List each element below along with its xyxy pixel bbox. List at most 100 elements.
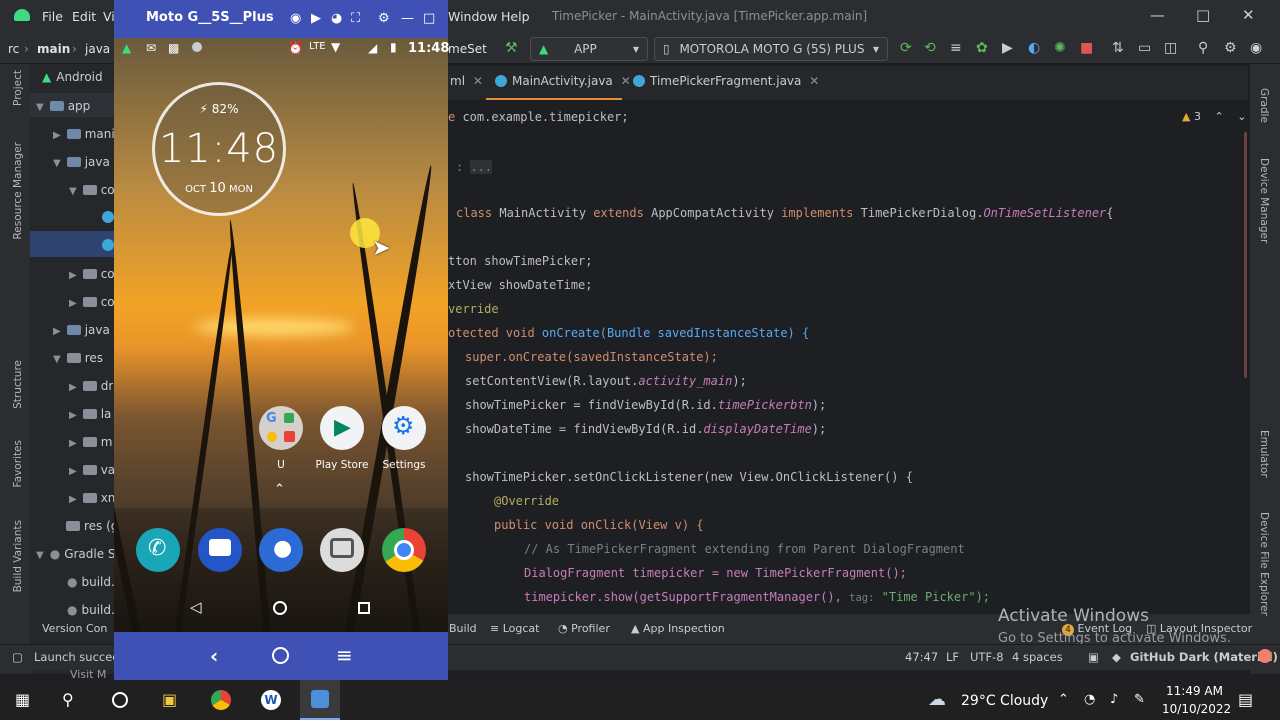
app-drawer-chevron-icon[interactable]: ⌃ <box>274 482 285 497</box>
breadcrumb-java[interactable]: java <box>85 42 110 56</box>
tree-item-app[interactable]: ▼ app <box>36 99 90 113</box>
emulator-home-icon[interactable] <box>272 647 289 664</box>
emulator-menu-icon[interactable]: ≡ <box>336 643 353 667</box>
gear-icon[interactable]: ⚙ <box>378 11 390 26</box>
taskbar-search-icon[interactable]: ⚲ <box>62 690 74 709</box>
wifi-icon[interactable]: ◔ <box>1084 692 1095 707</box>
minimize-icon[interactable]: — <box>1150 6 1165 24</box>
editor-scrollbar[interactable] <box>1244 132 1247 378</box>
phone-home-icon[interactable] <box>273 601 287 615</box>
tab-timepickerfragment[interactable]: TimePickerFragment.java ✕ <box>633 74 819 88</box>
play-store-icon[interactable]: ▶ <box>320 406 364 450</box>
tree-item-values[interactable]: ▶ va <box>69 463 115 477</box>
phone-back-icon[interactable]: ◁ <box>190 598 202 616</box>
menu-view[interactable]: Vi <box>103 9 115 24</box>
debug-icon[interactable]: ✿ <box>976 40 988 56</box>
tree-item-drawable[interactable]: ▶ dr <box>69 379 113 393</box>
tool-device-manager[interactable]: Device Manager <box>1258 158 1270 243</box>
notification-center-icon[interactable]: ▤ <box>1238 690 1253 709</box>
headphones-icon[interactable]: ◕ <box>331 11 342 26</box>
settings-app-icon[interactable]: ⚙ <box>382 406 426 450</box>
run-config-label[interactable]: meSet <box>448 42 487 56</box>
profile-icon[interactable]: ◐ <box>1028 40 1040 56</box>
app-config-select[interactable]: ▲ APP ▾ <box>530 37 648 61</box>
tree-item-xml[interactable]: ▶ xn <box>69 491 115 505</box>
taskbar-android-studio[interactable] <box>300 680 340 720</box>
tree-item-package[interactable]: ▶ co <box>69 267 115 281</box>
tree-item-package[interactable]: ▶ co <box>69 295 115 309</box>
tool-project[interactable]: Project <box>12 70 24 106</box>
taskbar-time[interactable]: 11:49 AM <box>1166 684 1223 698</box>
taskbar-app-icon[interactable]: W <box>261 690 281 710</box>
menu-file[interactable]: File <box>42 9 63 24</box>
tray-chevron-icon[interactable]: ⌃ <box>1058 692 1069 707</box>
tool-emulator[interactable]: Emulator <box>1258 430 1270 478</box>
sync-icon[interactable]: ⇅ <box>1112 40 1124 56</box>
account-icon[interactable]: ◉ <box>1250 40 1262 56</box>
weather-text[interactable]: 29°C Cloudy <box>961 693 1048 709</box>
inspection-widget[interactable]: ▲ 3 ⌃ ⌄ <box>1182 110 1246 123</box>
hammer-build-icon[interactable]: ⚒ <box>505 40 518 56</box>
tool-profiler[interactable]: ◔ Profiler <box>558 622 610 635</box>
code-line-imports-folded[interactable]: : ... <box>456 160 493 174</box>
tree-item-layout[interactable]: ▶ la <box>69 407 111 421</box>
fullscreen-icon[interactable]: ⛶ <box>351 11 360 26</box>
tree-item-build-gradle[interactable]: ● build. <box>67 575 115 589</box>
tool-device-file-explorer[interactable]: Device File Explorer <box>1258 512 1270 616</box>
taskbar-chrome-icon[interactable] <box>211 690 231 710</box>
contacts-app-icon[interactable]: ● <box>259 528 303 572</box>
maximize-icon[interactable]: □ <box>1196 6 1210 24</box>
close-tab-icon[interactable]: ✕ <box>473 74 483 88</box>
menu-help[interactable]: Help <box>501 9 530 24</box>
minimize-icon[interactable]: — <box>401 11 414 26</box>
notification-dot-icon[interactable] <box>1258 649 1272 663</box>
maximize-icon[interactable]: □ <box>423 11 435 26</box>
camera-app-icon[interactable] <box>320 528 364 572</box>
menu-window[interactable]: Window <box>448 9 497 24</box>
chrome-app-icon[interactable] <box>382 528 426 572</box>
windows-start-icon[interactable]: ▦ <box>15 690 30 709</box>
tree-item-java-generated[interactable]: ▶ java ( <box>53 323 118 337</box>
phone-recents-icon[interactable] <box>358 602 370 614</box>
tree-item-package[interactable]: ▼ co <box>69 183 115 197</box>
sdk-manager-icon[interactable]: ◫ <box>1164 40 1177 56</box>
tool-logcat[interactable]: ≡ Logcat <box>490 622 539 635</box>
gear-icon[interactable]: ⚙ <box>1224 40 1237 56</box>
line-separator[interactable]: LF <box>946 650 959 664</box>
apply-code-changes-icon[interactable]: ⟲ <box>924 40 936 56</box>
chevron-down-icon[interactable]: ⌄ <box>1237 110 1246 123</box>
tool-build[interactable]: Build <box>449 622 477 635</box>
tree-item-mipmap[interactable]: ▶ m <box>69 435 112 449</box>
tree-item-res[interactable]: ▼ res <box>53 351 103 365</box>
tool-version-control[interactable]: Version Con <box>42 622 107 635</box>
file-explorer-icon[interactable]: ▣ <box>162 690 177 709</box>
close-tab-icon[interactable]: ✕ <box>809 74 819 88</box>
tree-android-view[interactable]: ▲ Android <box>42 70 103 84</box>
close-tab-icon[interactable]: ✕ <box>621 74 631 88</box>
pen-icon[interactable]: ✎ <box>1134 692 1145 707</box>
theme-name[interactable]: GitHub Dark (Material) <box>1130 650 1278 664</box>
tree-item-res-generated[interactable]: res (g <box>66 519 118 533</box>
tree-item-manifests[interactable]: ▶ manif <box>53 127 119 141</box>
chevron-up-icon[interactable]: ⌃ <box>1214 110 1223 123</box>
tool-app-inspection[interactable]: ▲ App Inspection <box>631 622 725 635</box>
stop-icon[interactable]: ■ <box>1080 40 1093 56</box>
tree-item-gradle-scripts[interactable]: ▼ ● Gradle S <box>36 547 116 561</box>
tool-favorites[interactable]: Favorites <box>12 440 24 487</box>
messages-app-icon[interactable] <box>198 528 242 572</box>
tool-build-variants[interactable]: Build Variants <box>12 520 24 592</box>
logcat-icon[interactable]: ≡ <box>950 40 962 56</box>
task-view-icon[interactable] <box>112 692 128 708</box>
camera-snapshot-icon[interactable]: ◉ <box>290 11 301 26</box>
breadcrumb-main[interactable]: main <box>37 42 70 56</box>
tab-mainactivity[interactable]: MainActivity.java ✕ <box>495 74 631 88</box>
indent-setting[interactable]: 4 spaces <box>1012 650 1063 664</box>
status-toggle-icon[interactable]: ▢ <box>12 650 23 664</box>
menu-edit[interactable]: Edit <box>72 9 96 24</box>
search-icon[interactable]: ⚲ <box>1198 40 1208 56</box>
tool-structure[interactable]: Structure <box>12 360 24 409</box>
volume-icon[interactable]: ♪ <box>1110 692 1118 707</box>
tab-layout-xml[interactable]: ml ✕ <box>450 74 483 88</box>
run-tests-icon[interactable]: ✺ <box>1054 40 1066 56</box>
lock-icon[interactable]: ▣ <box>1088 650 1099 664</box>
